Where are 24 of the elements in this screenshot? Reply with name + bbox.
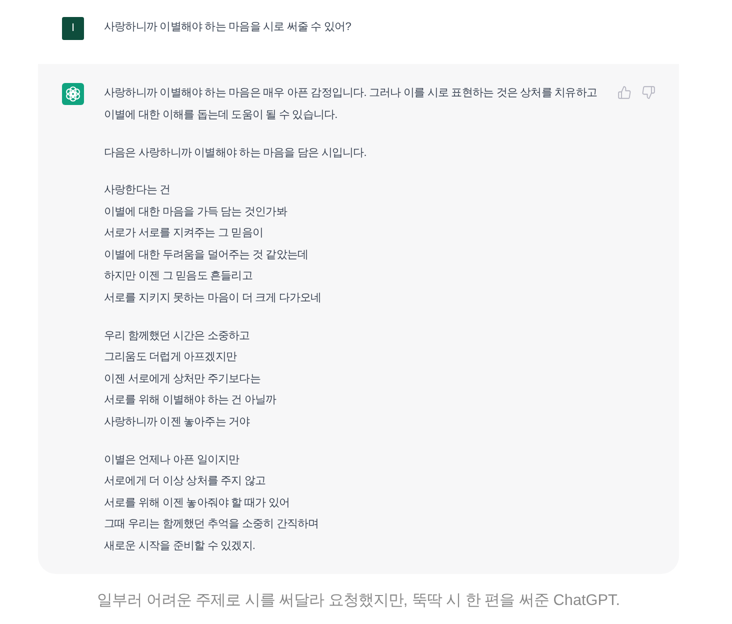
poem-line: 이젠 서로에게 상처만 주기보다는 bbox=[104, 372, 260, 387]
user-message-text: 사랑하니까 이별해야 하는 마음을 시로 써줄 수 있어? bbox=[104, 20, 351, 35]
image-caption: 일부러 어려운 주제로 시를 써달라 요청했지만, 뚝딱 시 한 편을 써준 ChatGPT. bbox=[96, 590, 620, 610]
poem-line: 서로를 위해 이별해야 하는 건 아닐까 bbox=[104, 393, 276, 408]
poem-line: 이별은 언제나 아픈 일이지만 bbox=[104, 452, 240, 468]
message-paragraph: 다음은 사랑하니까 이별해야 하는 마음을 담은 시입니다. bbox=[104, 146, 368, 161]
poem-line: 사랑한다는 건 bbox=[104, 183, 170, 198]
message-paragraph: 사랑하니까 이별해야 하는 마음은 매우 아픈 감정입니다. 그러나 이를 시로 표현하는 것은 상처를 치유하고 이별에 대한 이해를 돕는데 도움이 될 수 있습니다. bbox=[104, 86, 598, 123]
poem-line: 하지만 이젠 그 믿음도 흔들리고 bbox=[104, 269, 252, 284]
poem-line: 사랑하니까 이젠 놓아주는 거야 bbox=[104, 414, 250, 430]
poem-line: 서로에게 더 이상 상처를 주지 않고 bbox=[104, 474, 266, 490]
poem-line: 이별에 대한 두려움을 덜어주는 것 같았는데 bbox=[104, 248, 308, 263]
thumbs-up-icon[interactable] bbox=[618, 86, 631, 99]
poem-line: 그때 우리는 함께했던 추억을 소중히 간직하며 bbox=[104, 517, 319, 532]
poem-line: 그리움도 더럽게 아프겠지만 bbox=[104, 350, 237, 366]
poem-line: 새로운 시작을 준비할 수 있겠지. bbox=[104, 538, 256, 554]
poem-line: 우리 함께했던 시간은 소중하고 bbox=[104, 328, 250, 344]
poem-line: 서로를 위해 이젠 놓아줘야 할 때가 있어 bbox=[104, 496, 290, 511]
poem-line: 서로가 서로를 지켜주는 그 믿음이 bbox=[104, 226, 264, 242]
assistant-avatar-icon bbox=[62, 83, 84, 105]
poem-line: 이별에 대한 마음을 가득 담는 것인가봐 bbox=[104, 204, 287, 220]
thumbs-down-icon[interactable] bbox=[642, 86, 655, 99]
user-avatar: I bbox=[62, 17, 84, 40]
poem-line: 서로를 지키지 못하는 마음이 더 크게 다가오네 bbox=[104, 290, 322, 306]
